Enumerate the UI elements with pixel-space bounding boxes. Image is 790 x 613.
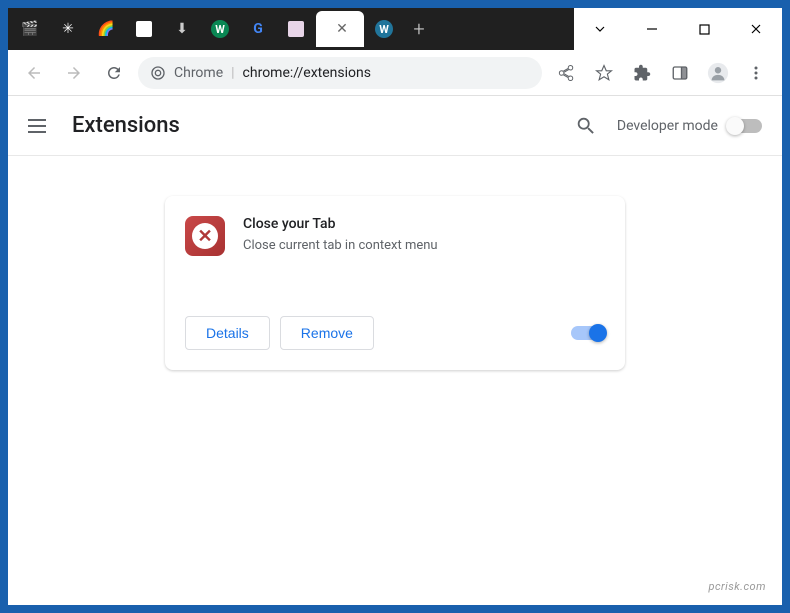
chevron-down-icon[interactable] <box>574 8 626 50</box>
details-button[interactable]: Details <box>185 316 270 350</box>
extensions-header: Extensions Developer mode <box>8 96 782 156</box>
toggle-knob <box>589 324 607 342</box>
chrome-icon <box>150 65 166 81</box>
page-title: Extensions <box>72 113 555 138</box>
extension-info: Close your Tab Close current tab in cont… <box>243 216 438 256</box>
watermark: pcrisk.com <box>708 580 766 593</box>
window-controls <box>574 8 782 50</box>
tab-icon-doc <box>136 21 152 37</box>
extension-name: Close your Tab <box>243 216 438 232</box>
menu-icon[interactable] <box>740 57 772 89</box>
reload-button[interactable] <box>98 57 130 89</box>
content-area: ✕ Close your Tab Close current tab in co… <box>8 156 782 605</box>
extension-description: Close current tab in context menu <box>243 238 438 253</box>
browser-tab-active[interactable]: ✕ <box>316 11 364 47</box>
remove-button[interactable]: Remove <box>280 316 374 350</box>
extension-card: ✕ Close your Tab Close current tab in co… <box>165 196 625 370</box>
share-icon[interactable] <box>550 57 582 89</box>
browser-tab[interactable]: W <box>202 11 238 47</box>
tab-icon-w: W <box>211 20 229 38</box>
extension-icon: ✕ <box>185 216 225 256</box>
card-actions: Details Remove <box>185 316 605 350</box>
close-x-icon: ✕ <box>192 223 218 249</box>
address-bar[interactable]: Chrome | chrome://extensions <box>138 57 542 89</box>
tab-close-icon[interactable]: ✕ <box>336 21 348 37</box>
close-window-button[interactable] <box>730 8 782 50</box>
address-separator: | <box>231 65 234 81</box>
browser-tab[interactable]: W <box>366 11 402 47</box>
tab-icon-film: 🎬 <box>21 20 39 38</box>
back-button[interactable] <box>18 57 50 89</box>
browser-tab[interactable]: G <box>240 11 276 47</box>
extension-enable-toggle[interactable] <box>571 326 605 340</box>
extensions-icon[interactable] <box>626 57 658 89</box>
toggle-knob <box>726 117 744 135</box>
tab-icon-robot <box>288 21 304 37</box>
browser-tab[interactable]: ✳ <box>50 11 86 47</box>
browser-tab[interactable]: ⬇ <box>164 11 200 47</box>
tab-icon-download: ⬇ <box>173 20 191 38</box>
browser-tab[interactable]: 🌈 <box>88 11 124 47</box>
card-header: ✕ Close your Tab Close current tab in co… <box>185 216 605 256</box>
bookmark-icon[interactable] <box>588 57 620 89</box>
browser-tab[interactable] <box>126 11 162 47</box>
browser-tab[interactable] <box>278 11 314 47</box>
tab-icon-google: G <box>249 20 267 38</box>
new-tab-button[interactable]: + <box>404 17 434 41</box>
maximize-button[interactable] <box>678 8 730 50</box>
address-url: chrome://extensions <box>243 65 371 81</box>
address-prefix: Chrome <box>174 65 223 81</box>
tab-icon-reel: ✳ <box>59 20 77 38</box>
developer-mode-control: Developer mode <box>617 118 762 134</box>
hamburger-menu-icon[interactable] <box>28 114 52 138</box>
browser-toolbar: Chrome | chrome://extensions <box>8 50 782 96</box>
toolbar-icons <box>550 57 772 89</box>
tab-icon-rainbow: 🌈 <box>97 20 115 38</box>
search-icon[interactable] <box>575 115 597 137</box>
developer-mode-label: Developer mode <box>617 118 718 134</box>
tab-icon-wordpress: W <box>375 20 393 38</box>
sidepanel-icon[interactable] <box>664 57 696 89</box>
minimize-button[interactable] <box>626 8 678 50</box>
browser-tab[interactable]: 🎬 <box>12 11 48 47</box>
profile-icon[interactable] <box>702 57 734 89</box>
developer-mode-toggle[interactable] <box>728 119 762 133</box>
forward-button[interactable] <box>58 57 90 89</box>
